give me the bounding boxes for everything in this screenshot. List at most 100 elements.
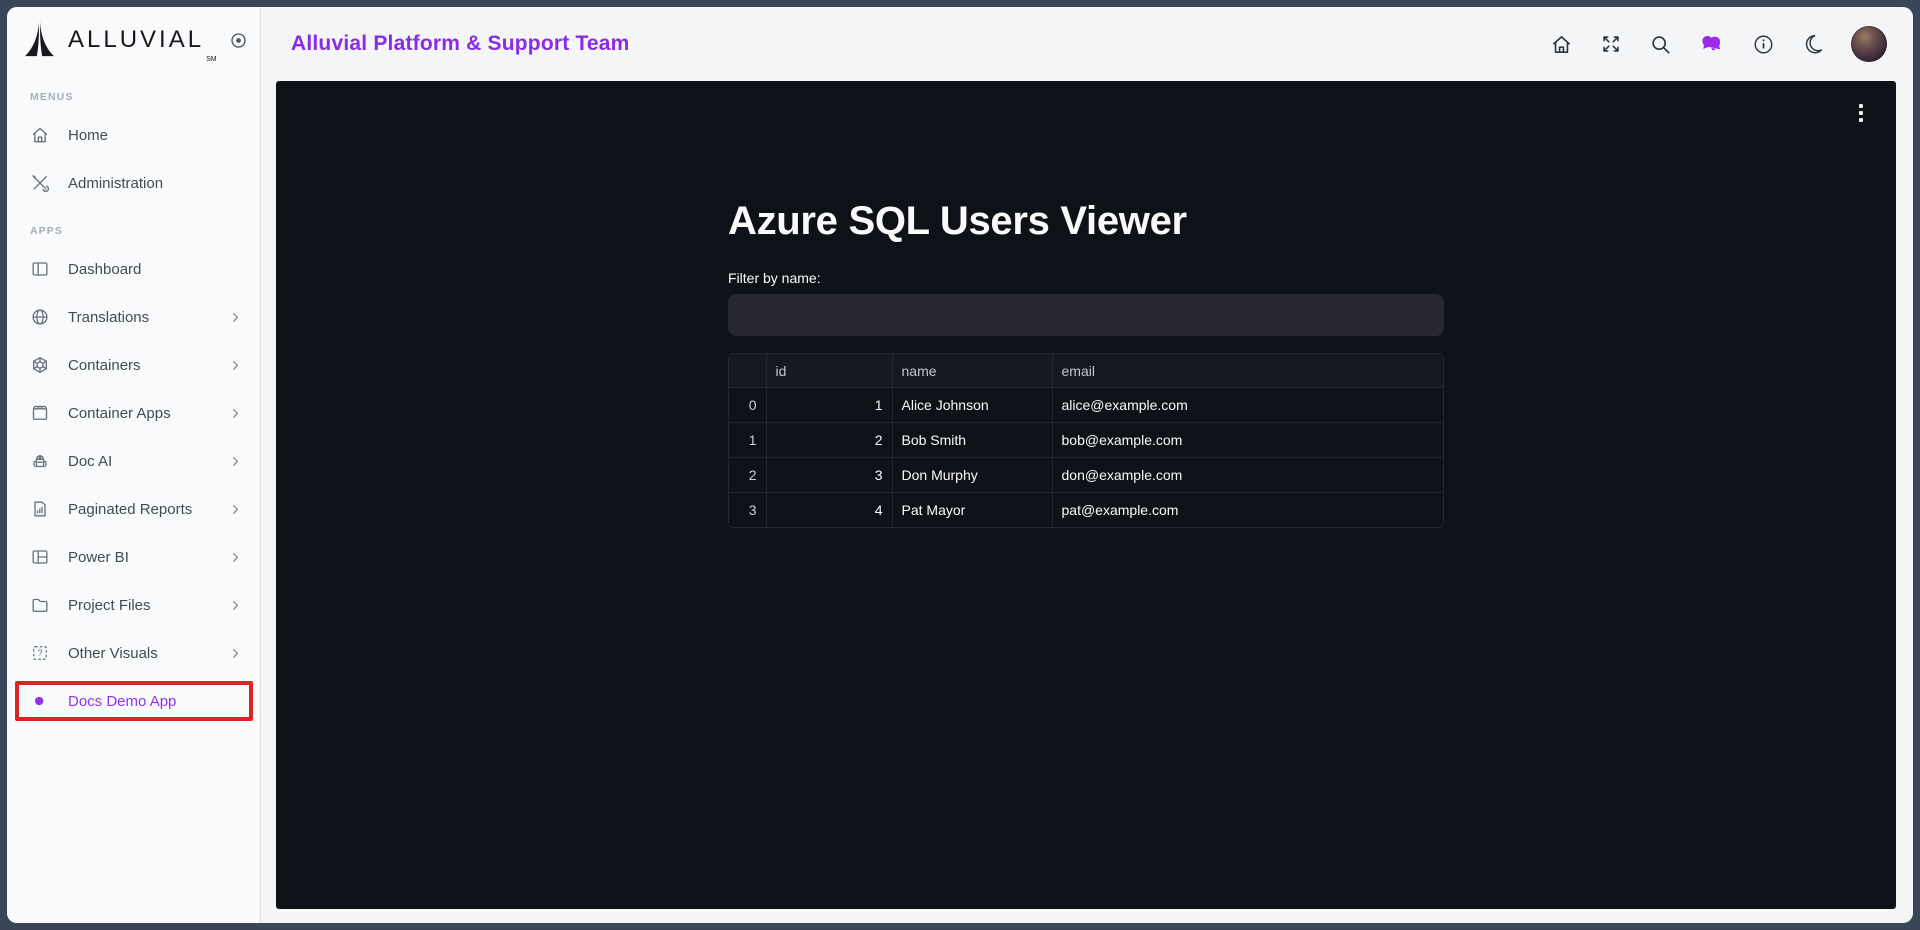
topbar-actions: [1550, 26, 1887, 62]
table-cell-index[interactable]: 2: [729, 457, 767, 493]
sidebar-item-home[interactable]: Home: [7, 111, 260, 159]
section-label-apps: APPS: [30, 225, 63, 237]
search-button[interactable]: [1649, 33, 1672, 56]
app-menu-button[interactable]: [1856, 101, 1866, 125]
chevron-right-icon: [229, 311, 242, 324]
app-content-column: Azure SQL Users Viewer Filter by name: i…: [728, 81, 1444, 528]
embedded-app-panel: Azure SQL Users Viewer Filter by name: i…: [276, 81, 1896, 909]
table-cell-name[interactable]: Alice Johnson: [892, 387, 1053, 423]
robot-icon: [30, 451, 50, 471]
home-icon: [30, 125, 50, 145]
table-cell-email[interactable]: alice@example.com: [1052, 387, 1443, 423]
sidebar-item-label: Translations: [68, 308, 150, 326]
main-area: Alluvial Platform & Support Team Azure S…: [261, 7, 1913, 923]
filter-by-name-input[interactable]: [728, 294, 1444, 336]
sidebar-logo-row: ALLUVIAL SM: [7, 7, 260, 73]
sidebar-item-label: Containers: [68, 356, 141, 374]
sidebar-item-power-bi[interactable]: Power BI: [7, 533, 260, 581]
sidebar-collapse-toggle[interactable]: [229, 31, 248, 50]
sidebar-item-translations[interactable]: Translations: [7, 293, 260, 341]
chevron-right-icon: [229, 359, 242, 372]
chevron-right-icon: [229, 647, 242, 660]
sidebar-item-dashboard[interactable]: Dashboard: [7, 245, 260, 293]
column-header-email[interactable]: email: [1052, 354, 1443, 388]
info-icon: [1754, 35, 1773, 53]
purple-dot-icon: [30, 691, 50, 711]
sidebar-item-label: Home: [68, 126, 109, 144]
content-region: Azure SQL Users Viewer Filter by name: i…: [261, 81, 1913, 923]
table-cell-index[interactable]: 0: [729, 387, 767, 423]
column-header-name[interactable]: name: [892, 354, 1053, 388]
globe-icon: [30, 307, 50, 327]
dashboard-icon: [30, 259, 50, 279]
sidebar-nav: MENUS Home Administration APPS Dashboard Tran…: [7, 73, 260, 721]
info-button[interactable]: [1752, 33, 1775, 56]
sidebar-item-other-visuals[interactable]: ? Other Visuals: [7, 629, 260, 677]
sidebar-item-doc-ai[interactable]: Doc AI: [7, 437, 260, 485]
table-cell-index[interactable]: 1: [729, 422, 767, 458]
table-row: 0 1 Alice Johnson alice@example.com: [729, 387, 1443, 423]
sidebar-item-label: Administration: [68, 174, 164, 192]
sidebar-item-containers[interactable]: Containers: [7, 341, 260, 389]
table-row: 1 2 Bob Smith bob@example.com: [729, 422, 1443, 458]
page-title: Alluvial Platform & Support Team: [291, 32, 630, 55]
table-cell-id[interactable]: 2: [766, 422, 893, 458]
sidebar-item-administration[interactable]: Administration: [7, 159, 260, 207]
brand-name: ALLUVIAL: [68, 26, 205, 53]
table-row: 3 4 Pat Mayor pat@example.com: [729, 492, 1443, 527]
sidebar-item-docs-demo-app[interactable]: Docs Demo App: [15, 681, 253, 721]
users-table: id name email 0 1 Alice Johnson alice@example…: [728, 353, 1444, 528]
chevron-right-icon: [229, 503, 242, 516]
containers-icon: [30, 355, 50, 375]
topbar: Alluvial Platform & Support Team: [261, 7, 1913, 81]
sidebar: ALLUVIAL SM MENUS Home Administration APPS D…: [7, 7, 261, 923]
sidebar-item-label: Doc AI: [68, 452, 113, 470]
report-doc-icon: [30, 499, 50, 519]
brand-trademark: SM: [206, 56, 217, 63]
sidebar-item-label: Other Visuals: [68, 644, 158, 662]
sidebar-item-paginated-reports[interactable]: Paginated Reports: [7, 485, 260, 533]
column-header-index[interactable]: [729, 354, 767, 388]
sidebar-item-label: Paginated Reports: [68, 500, 193, 518]
expand-icon: [1603, 36, 1619, 52]
table-cell-index[interactable]: 3: [729, 492, 767, 527]
table-cell-name[interactable]: Pat Mayor: [892, 492, 1053, 527]
sidebar-item-project-files[interactable]: Project Files: [7, 581, 260, 629]
sidebar-item-label: Dashboard: [68, 260, 142, 278]
table-cell-email[interactable]: don@example.com: [1052, 457, 1443, 493]
avatar-image: [1851, 26, 1887, 62]
notifications-button[interactable]: [1699, 33, 1725, 56]
table-cell-email[interactable]: bob@example.com: [1052, 422, 1443, 458]
table-row: 2 3 Don Murphy don@example.com: [729, 457, 1443, 493]
alluvial-logo-icon: [23, 20, 56, 60]
home-button[interactable]: [1550, 33, 1573, 56]
expand-button[interactable]: [1600, 33, 1622, 55]
admin-tools-icon: [30, 173, 50, 193]
table-header-row: id name email: [729, 354, 1443, 388]
table-cell-name[interactable]: Don Murphy: [892, 457, 1053, 493]
folder-icon: [30, 595, 50, 615]
table-cell-name[interactable]: Bob Smith: [892, 422, 1053, 458]
table-cell-id[interactable]: 3: [766, 457, 893, 493]
app-window: ALLUVIAL SM MENUS Home Administration APPS D…: [7, 7, 1913, 923]
table-cell-id[interactable]: 1: [766, 387, 893, 423]
table-cell-id[interactable]: 4: [766, 492, 893, 527]
sidebar-item-label: Project Files: [68, 596, 151, 614]
filter-label: Filter by name:: [728, 270, 821, 286]
sidebar-item-label: Power BI: [68, 548, 129, 566]
chevron-right-icon: [229, 599, 242, 612]
sidebar-item-container-apps[interactable]: Container Apps: [7, 389, 260, 437]
svg-text:?: ?: [38, 648, 43, 658]
table-cell-email[interactable]: pat@example.com: [1052, 492, 1443, 527]
chevron-right-icon: [229, 455, 242, 468]
user-avatar[interactable]: [1851, 26, 1887, 62]
sidebar-item-label: Container Apps: [68, 404, 171, 422]
dark-mode-button[interactable]: [1802, 33, 1824, 55]
chevron-right-icon: [229, 551, 242, 564]
app-title: Azure SQL Users Viewer: [728, 199, 1187, 243]
notifications-icon: [1702, 35, 1721, 50]
package-icon: [30, 403, 50, 423]
chevron-right-icon: [229, 407, 242, 420]
search-icon: [1652, 35, 1670, 54]
column-header-id[interactable]: id: [766, 354, 893, 388]
